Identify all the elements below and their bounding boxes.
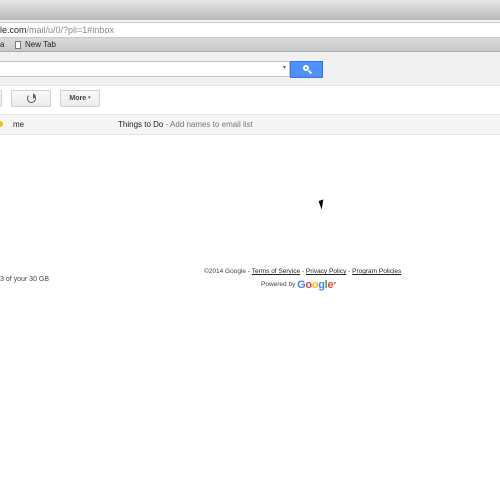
powered-by-label: Powered by xyxy=(261,281,298,288)
privacy-link[interactable]: Privacy Policy xyxy=(306,268,346,275)
more-button[interactable]: More ▾ xyxy=(60,90,100,107)
more-button-label: More xyxy=(69,95,87,102)
bookmarks-bar: a New Tab xyxy=(0,38,500,52)
terms-link[interactable]: Terms of Service xyxy=(252,268,300,275)
mouse-cursor-icon xyxy=(318,199,327,210)
search-icon-handle xyxy=(307,69,313,75)
search-options-icon[interactable]: ▾ xyxy=(283,64,286,71)
mail-snippet: - Add names to email list xyxy=(163,120,253,129)
google-logo: Google xyxy=(297,279,333,291)
refresh-button[interactable] xyxy=(11,90,51,107)
bookmark-new-tab[interactable]: New Tab xyxy=(15,38,56,51)
refresh-icon-arrow xyxy=(33,93,36,99)
search-button[interactable] xyxy=(290,61,323,78)
browser-titlebar xyxy=(0,0,500,21)
mail-subject: Things to Do xyxy=(118,120,164,129)
bookmark-partial[interactable]: a xyxy=(0,38,4,51)
logo-caret-icon: ▾ xyxy=(333,281,337,287)
footer-links: ©2014 Google - Terms of Service - Privac… xyxy=(204,268,401,275)
mail-sender: me xyxy=(13,120,25,129)
storage-usage: 3 of your 30 GB xyxy=(0,276,50,283)
url-path: /mail/u/0/?pli=1#inbox xyxy=(26,25,114,35)
bookmark-new-tab-label: New Tab xyxy=(25,40,56,49)
chevron-down-icon: ▾ xyxy=(88,95,91,101)
url-field[interactable]: le.com/mail/u/0/?pli=1#inbox xyxy=(0,22,500,38)
select-checkbox-button[interactable] xyxy=(0,90,2,107)
star-icon[interactable] xyxy=(0,121,3,127)
browser-address-bar: le.com/mail/u/0/?pli=1#inbox xyxy=(0,20,500,39)
url-host: le.com xyxy=(0,25,27,35)
search-input[interactable]: ▾ xyxy=(0,61,290,77)
copyright: ©2014 Google xyxy=(204,268,247,275)
gmail-header: ▾ xyxy=(0,52,500,86)
powered-by: Powered by Google▾ xyxy=(261,279,336,291)
mail-subject-line: Things to Do - Add names to email list xyxy=(118,115,253,134)
table-row[interactable]: me Things to Do - Add names to email lis… xyxy=(0,114,500,135)
page-icon xyxy=(15,41,21,49)
program-policies-link[interactable]: Program Policies xyxy=(352,268,401,275)
